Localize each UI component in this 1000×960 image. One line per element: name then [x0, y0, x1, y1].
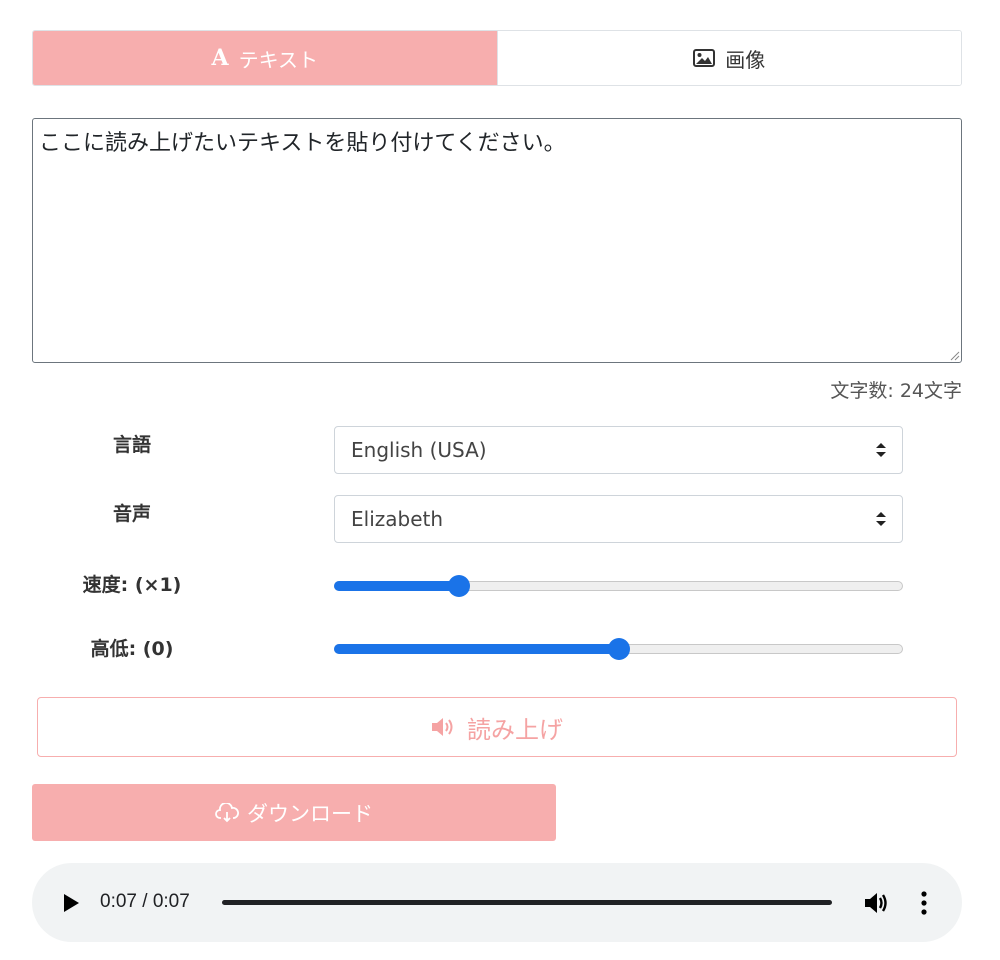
slider-fill: [334, 644, 619, 654]
tab-image-label: 画像: [725, 47, 766, 72]
tab-image[interactable]: 画像: [497, 31, 961, 85]
slider-thumb[interactable]: [448, 575, 471, 597]
more-options-icon[interactable]: [916, 889, 932, 917]
voice-select[interactable]: Elizabeth: [334, 495, 903, 543]
playback-progress[interactable]: [222, 900, 832, 905]
slider-thumb[interactable]: [607, 638, 630, 660]
read-aloud-label: 読み上げ: [467, 715, 563, 744]
image-icon: [693, 49, 716, 67]
play-icon[interactable]: [62, 893, 80, 913]
tab-text[interactable]: A テキスト: [33, 31, 498, 85]
voice-label: 音声: [112, 503, 151, 525]
tab-text-label: テキスト: [238, 47, 318, 72]
read-aloud-button[interactable]: 読み上げ: [37, 697, 957, 757]
voice-select-value: Elizabeth: [351, 507, 444, 531]
speed-slider[interactable]: [334, 574, 903, 598]
resize-grip-icon[interactable]: [948, 349, 960, 361]
speed-label: 速度: (×1): [82, 574, 182, 596]
slider-fill: [334, 581, 460, 591]
playback-time: 0:07 / 0:07: [100, 891, 190, 912]
language-select[interactable]: English (USA): [334, 426, 903, 474]
download-label: ダウンロード: [247, 801, 373, 826]
speaker-icon: [432, 718, 453, 736]
char-count: 文字数: 24文字: [830, 380, 962, 402]
language-label: 言語: [112, 434, 151, 456]
pitch-slider[interactable]: [334, 637, 903, 661]
select-caret-icon: [876, 443, 886, 457]
download-button[interactable]: ダウンロード: [32, 784, 556, 841]
text-input[interactable]: [32, 118, 962, 363]
mode-tabs: A テキスト 画像: [32, 30, 962, 86]
cloud-download-icon: [215, 802, 239, 822]
audio-player: 0:07 / 0:07: [32, 863, 962, 942]
letter-a-icon: A: [211, 45, 229, 71]
select-caret-icon: [876, 512, 886, 526]
pitch-label: 高低: (0): [90, 638, 174, 660]
volume-icon[interactable]: [864, 891, 890, 915]
language-select-value: English (USA): [351, 438, 487, 462]
